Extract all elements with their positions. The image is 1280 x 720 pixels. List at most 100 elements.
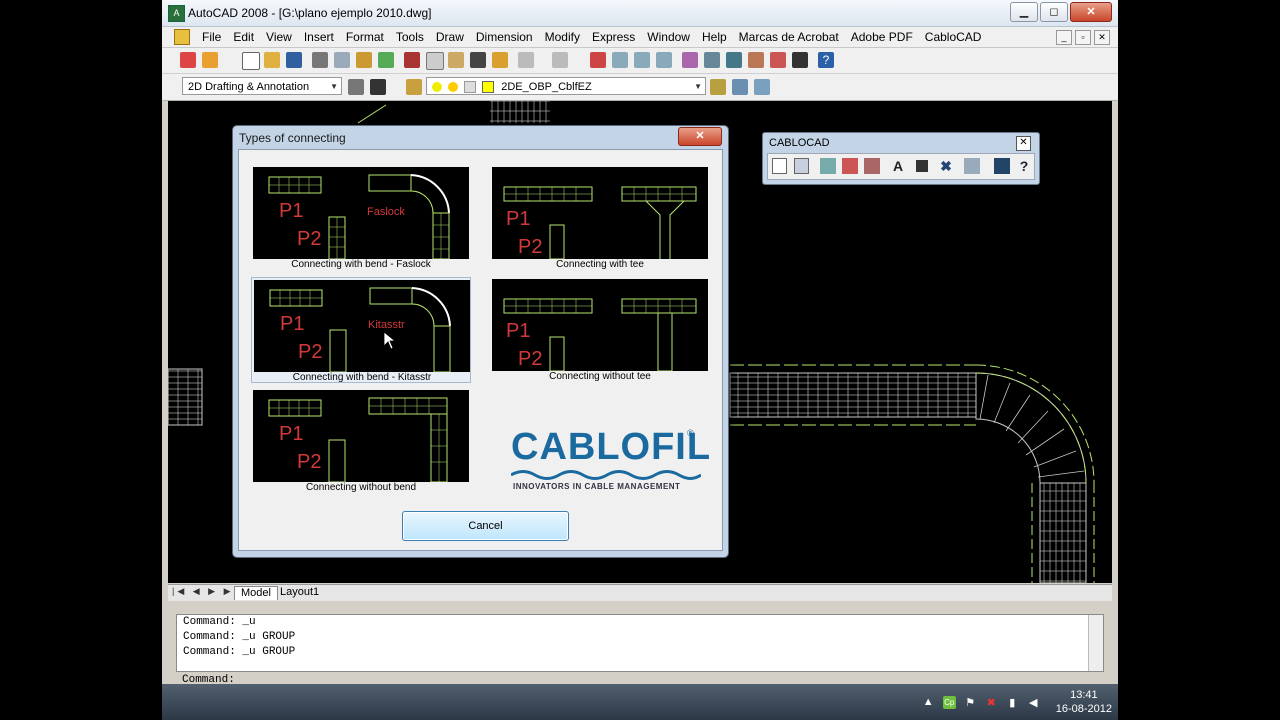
settings-icon[interactable] — [964, 158, 980, 174]
menu-help[interactable]: Help — [696, 30, 733, 44]
clock-time: 13:41 — [1070, 689, 1098, 701]
pan-icon[interactable] — [590, 52, 606, 68]
clock[interactable]: 13:41 16-08-2012 — [1056, 688, 1112, 716]
menu-view[interactable]: View — [260, 30, 298, 44]
workspace-select[interactable]: 2D Drafting & Annotation ▼ — [182, 77, 342, 95]
layer-thaw-icon — [448, 82, 459, 93]
left-cable-tray — [168, 368, 203, 426]
mdi-close-icon[interactable]: ✕ — [1094, 30, 1110, 45]
tab-layout1[interactable]: Layout1 — [274, 586, 325, 599]
save-icon[interactable] — [286, 52, 302, 68]
paste-icon[interactable] — [448, 52, 464, 68]
print-preview-icon[interactable] — [334, 52, 350, 68]
tab-model[interactable]: Model — [234, 586, 278, 600]
zoom-realtime-icon[interactable] — [612, 52, 628, 68]
menu-edit[interactable]: Edit — [227, 30, 260, 44]
menu-insert[interactable]: Insert — [298, 30, 340, 44]
menu-modify[interactable]: Modify — [539, 30, 586, 44]
menu-express[interactable]: Express — [586, 30, 641, 44]
minimize-button[interactable]: ▁ — [1010, 2, 1038, 22]
menu-dimension[interactable]: Dimension — [470, 30, 539, 44]
block-editor-icon[interactable] — [492, 52, 508, 68]
top-cable-tray — [490, 101, 550, 123]
dialog-close-button[interactable]: ✕ — [678, 127, 722, 146]
menu-tools[interactable]: Tools — [390, 30, 430, 44]
block-icon[interactable] — [916, 160, 928, 172]
match-properties-icon[interactable] — [470, 52, 486, 68]
volume-icon[interactable]: ◀ — [1027, 696, 1040, 709]
new-file-icon[interactable] — [242, 52, 260, 70]
command-scrollbar[interactable] — [1088, 615, 1103, 671]
menu-file[interactable]: File — [196, 30, 227, 44]
option-bend-kitasstr[interactable]: P1 P2 Kitasstr Connecting with bend - Ki… — [251, 277, 471, 383]
menu-adobe-pdf[interactable]: Adobe PDF — [845, 30, 919, 44]
tray-route-icon[interactable] — [820, 158, 836, 174]
open-tray-icon[interactable] — [794, 158, 809, 174]
menu-format[interactable]: Format — [340, 30, 390, 44]
menu-marcas-acrobat[interactable]: Marcas de Acrobat — [733, 30, 845, 44]
undo-icon[interactable] — [518, 52, 534, 68]
option-without-tee[interactable]: P1 P2 Connecting without tee — [492, 279, 710, 383]
markup-icon[interactable] — [770, 52, 786, 68]
properties-icon[interactable] — [682, 52, 698, 68]
show-hidden-icons-icon[interactable]: ▲ — [922, 696, 935, 709]
security-icon[interactable]: ✖ — [985, 696, 998, 709]
layer-select[interactable]: 2DE_OBP_CblfEZ ▼ — [426, 77, 706, 95]
bend-kitasstr-preview: P1 P2 Kitasstr — [254, 280, 470, 373]
pdf-icon[interactable] — [180, 52, 196, 68]
cablocad-title: CABLOCAD — [769, 137, 830, 149]
menu-draw[interactable]: Draw — [430, 30, 470, 44]
layer-on-icon — [432, 82, 442, 93]
mdi-restore-icon[interactable]: ▫ — [1075, 30, 1091, 45]
tab-navigation-arrows[interactable]: |◀ ◀ ▶ ▶| — [172, 586, 239, 597]
flag-icon[interactable]: ⚑ — [964, 696, 977, 709]
cablocad-close-icon[interactable]: ✕ — [1016, 136, 1031, 151]
maximize-button[interactable]: ◻ — [1040, 2, 1068, 22]
layer-states-icon[interactable] — [754, 79, 770, 95]
design-center-icon[interactable] — [704, 52, 720, 68]
p1-label: P1 — [506, 320, 530, 342]
system-tray: ▲ Cp ⚑ ✖ ▮ ◀ 13:41 16-08-2012 — [922, 688, 1112, 716]
delete-tray-icon[interactable]: ✖ — [938, 158, 954, 174]
text-label-icon[interactable]: A — [890, 158, 906, 174]
3d-dwf-icon[interactable] — [378, 52, 394, 68]
tray-list-icon[interactable] — [864, 158, 880, 174]
option-tee[interactable]: P1 P2 Connecting with tee — [492, 167, 710, 271]
without-tee-preview: P1 P2 — [492, 279, 708, 372]
standard-toolbar: ? — [162, 48, 1118, 74]
calculator-icon[interactable] — [792, 52, 808, 68]
print-icon[interactable] — [312, 52, 328, 68]
open-file-icon[interactable] — [264, 52, 280, 68]
zoom-window-icon[interactable] — [634, 52, 650, 68]
cancel-button[interactable]: Cancel — [402, 511, 569, 541]
close-button[interactable]: ✕ — [1070, 2, 1112, 22]
tray-section-icon[interactable] — [842, 158, 858, 174]
zoom-previous-icon[interactable] — [656, 52, 672, 68]
my-workspace-icon[interactable] — [370, 79, 386, 95]
layout-tabs-bar: |◀ ◀ ▶ ▶| Model Layout1 — [168, 584, 1112, 601]
publish-icon[interactable] — [356, 52, 372, 68]
autocad-app-icon[interactable]: A — [168, 5, 185, 22]
workspace-settings-icon[interactable] — [348, 79, 364, 95]
document-icon[interactable] — [174, 29, 190, 45]
cut-icon[interactable] — [404, 52, 420, 68]
camtasia-icon[interactable]: Cp — [942, 695, 956, 709]
redo-icon[interactable] — [552, 52, 568, 68]
layer-previous-icon[interactable] — [732, 79, 748, 95]
option-bend-faslock[interactable]: P1 P2 Faslock Connecting with bend - Fas… — [253, 167, 471, 271]
new-tray-icon[interactable] — [772, 158, 787, 174]
make-object-layer-current-icon[interactable] — [710, 79, 726, 95]
sheet-set-icon[interactable] — [748, 52, 764, 68]
pdf-create-icon[interactable] — [202, 52, 218, 68]
menu-cablocad[interactable]: CabloCAD — [919, 30, 988, 44]
help-icon[interactable]: ? — [818, 52, 834, 68]
menu-window[interactable]: Window — [641, 30, 696, 44]
tool-palettes-icon[interactable] — [726, 52, 742, 68]
option-without-bend[interactable]: P1 P2 Connecting without bend — [253, 390, 471, 494]
network-signal-icon[interactable]: ▮ — [1006, 696, 1019, 709]
layer-manager-icon[interactable] — [406, 79, 422, 95]
mdi-minimize-icon[interactable]: _ — [1056, 30, 1072, 45]
cablocad-help-icon[interactable]: ? — [1016, 158, 1032, 174]
cablocad-info-icon[interactable] — [994, 158, 1010, 174]
copy-icon[interactable] — [426, 52, 444, 70]
